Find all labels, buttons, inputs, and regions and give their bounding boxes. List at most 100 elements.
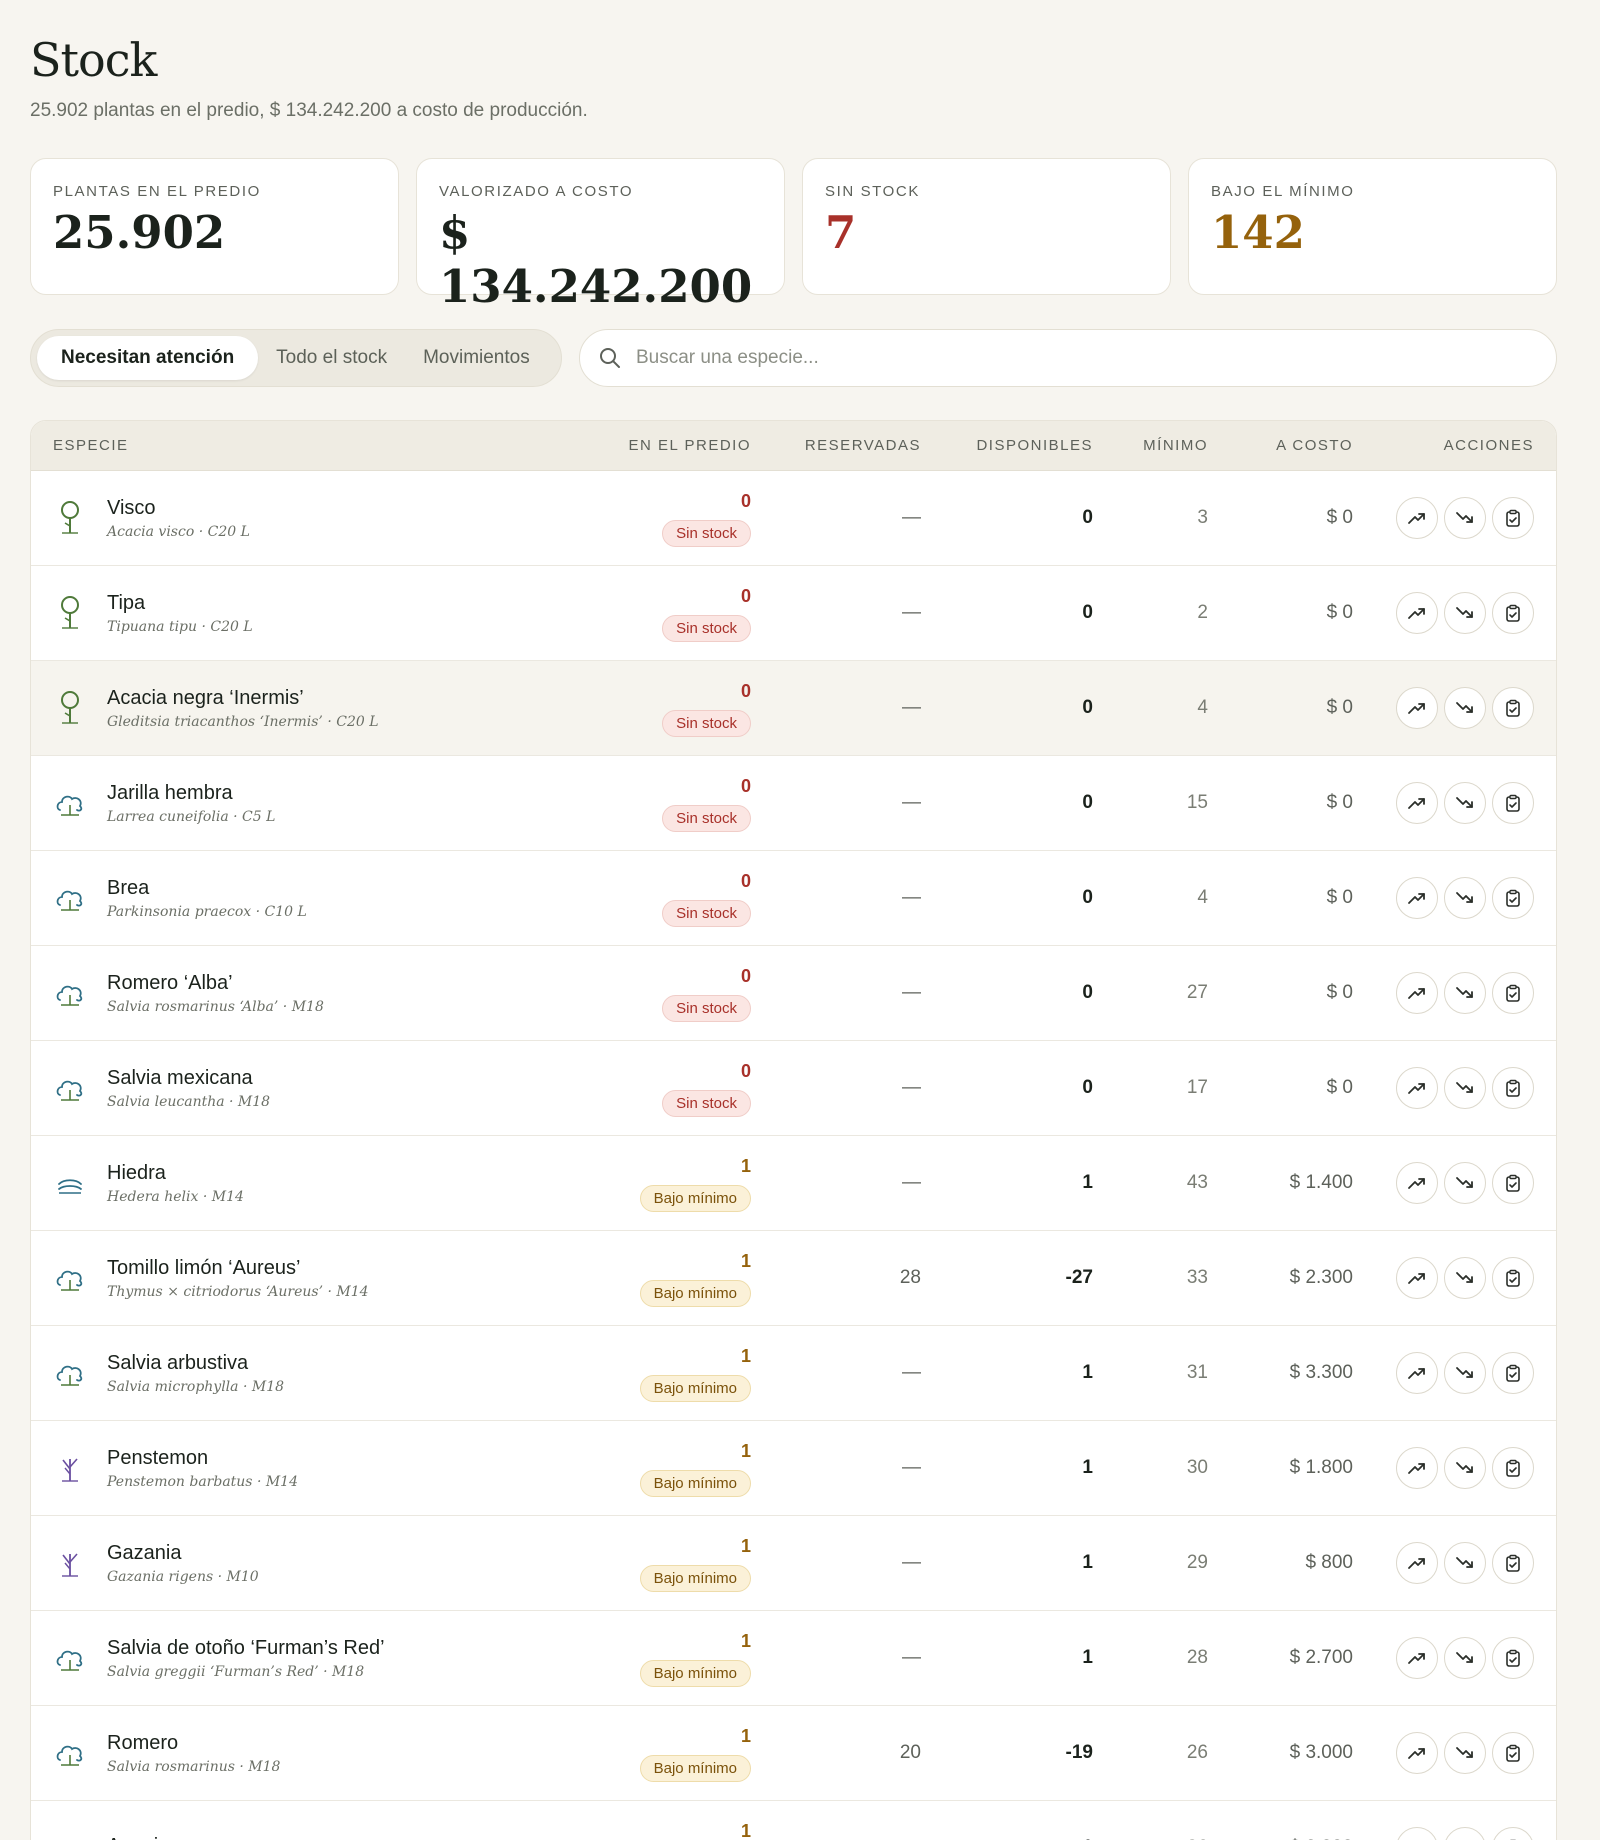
- clipboard-icon[interactable]: [1492, 592, 1534, 634]
- trend-up-icon[interactable]: [1396, 972, 1438, 1014]
- trend-up-icon[interactable]: [1396, 1447, 1438, 1489]
- col-minimo[interactable]: MÍNIMO: [1093, 437, 1208, 454]
- table-row[interactable]: Hiedra Hedera helix · M14 1 Bajo mínimo — 1 43…: [31, 1136, 1556, 1231]
- species-name[interactable]: Visco: [107, 497, 250, 520]
- table-row[interactable]: Salvia de otoño ‘Furman’s Red’ Salvia gre…: [31, 1611, 1556, 1706]
- trend-down-icon[interactable]: [1444, 1542, 1486, 1584]
- trend-up-icon[interactable]: [1396, 1352, 1438, 1394]
- species-name[interactable]: Salvia mexicana: [107, 1067, 270, 1090]
- trend-down-icon[interactable]: [1444, 687, 1486, 729]
- table-row[interactable]: Salvia mexicana Salvia leucantha · M18 0 Si…: [31, 1041, 1556, 1136]
- trend-up-icon[interactable]: [1396, 592, 1438, 634]
- trend-up-icon[interactable]: [1396, 1827, 1438, 1840]
- tab-movimientos[interactable]: Movimientos: [405, 336, 548, 380]
- species-cell: Salvia arbustiva Salvia microphylla · M18: [31, 1352, 591, 1395]
- species-scientific: Hedera helix · M14: [107, 1188, 244, 1205]
- clipboard-icon[interactable]: [1492, 1067, 1534, 1109]
- species-name[interactable]: Salvia de otoño ‘Furman’s Red’: [107, 1637, 385, 1660]
- table-row[interactable]: Gazania Gazania rigens · M10 1 Bajo mínimo —…: [31, 1516, 1556, 1611]
- trend-up-icon[interactable]: [1396, 877, 1438, 919]
- col-disponibles[interactable]: DISPONIBLES: [921, 437, 1093, 454]
- table-row[interactable]: Tomillo limón ‘Aureus’ Thymus × citriodor…: [31, 1231, 1556, 1326]
- trend-down-icon[interactable]: [1444, 592, 1486, 634]
- col-a-costo[interactable]: A COSTO: [1208, 437, 1353, 454]
- trend-up-icon[interactable]: [1396, 782, 1438, 824]
- table-row[interactable]: Brea Parkinsonia praecox · C10 L 0 Sin stoc…: [31, 851, 1556, 946]
- clipboard-icon[interactable]: [1492, 782, 1534, 824]
- trend-down-icon[interactable]: [1444, 1827, 1486, 1840]
- species-name[interactable]: Romero: [107, 1732, 280, 1755]
- reservadas-value: —: [902, 602, 921, 623]
- species-name[interactable]: Brea: [107, 877, 307, 900]
- tab-necesitan-atencion[interactable]: Necesitan atención: [37, 336, 259, 380]
- disponibles-value: 1: [1082, 1362, 1093, 1383]
- clipboard-icon[interactable]: [1492, 1162, 1534, 1204]
- reservadas-value: —: [902, 1647, 921, 1668]
- clipboard-icon[interactable]: [1492, 1542, 1534, 1584]
- table-row[interactable]: Visco Acacia visco · C20 L 0 Sin stock — 0 3 $ …: [31, 471, 1556, 566]
- minimo-value: 43: [1186, 1172, 1208, 1193]
- toolbar: Necesitan atención Todo el stock Movimie…: [30, 329, 1557, 387]
- tree-icon: [53, 498, 87, 538]
- predio-count: 1: [740, 1250, 751, 1271]
- trend-up-icon[interactable]: [1396, 497, 1438, 539]
- clipboard-icon[interactable]: [1492, 1827, 1534, 1840]
- trend-down-icon[interactable]: [1444, 1257, 1486, 1299]
- table-row[interactable]: Salvia arbustiva Salvia microphylla · M18…: [31, 1326, 1556, 1421]
- col-especie[interactable]: ESPECIE: [31, 437, 591, 454]
- table-row[interactable]: Jarilla hembra Larrea cuneifolia · C5 L 0 S…: [31, 756, 1556, 851]
- trend-down-icon[interactable]: [1444, 782, 1486, 824]
- table-row[interactable]: Acacia negra ‘Inermis’ Gleditsia triacant…: [31, 661, 1556, 756]
- trend-down-icon[interactable]: [1444, 972, 1486, 1014]
- clipboard-icon[interactable]: [1492, 497, 1534, 539]
- table-row[interactable]: Penstemon Penstemon barbatus · M14 1 Bajo m…: [31, 1421, 1556, 1516]
- trend-up-icon[interactable]: [1396, 1257, 1438, 1299]
- clipboard-icon[interactable]: [1492, 972, 1534, 1014]
- species-name[interactable]: Salvia arbustiva: [107, 1352, 284, 1375]
- trend-down-icon[interactable]: [1444, 1637, 1486, 1679]
- species-name[interactable]: Gazania: [107, 1542, 259, 1565]
- trend-up-icon[interactable]: [1396, 1542, 1438, 1584]
- species-name[interactable]: Hiedra: [107, 1162, 244, 1185]
- trend-up-icon[interactable]: [1396, 687, 1438, 729]
- species-name[interactable]: Tomillo limón ‘Aureus’: [107, 1257, 369, 1280]
- trend-down-icon[interactable]: [1444, 1352, 1486, 1394]
- table-row[interactable]: Aeonium1Bajo mínimo—136$ 2.000: [31, 1801, 1556, 1840]
- table-row[interactable]: Romero ‘Alba’ Salvia rosmarinus ‘Alba’ · …: [31, 946, 1556, 1041]
- clipboard-icon[interactable]: [1492, 1732, 1534, 1774]
- col-en-el-predio[interactable]: EN EL PREDIO: [591, 437, 751, 454]
- trend-up-icon[interactable]: [1396, 1162, 1438, 1204]
- clipboard-icon[interactable]: [1492, 687, 1534, 729]
- trend-down-icon[interactable]: [1444, 1732, 1486, 1774]
- species-name[interactable]: Tipa: [107, 592, 253, 615]
- clipboard-icon[interactable]: [1492, 1637, 1534, 1679]
- costo-value: $ 1.800: [1289, 1457, 1353, 1478]
- search-input[interactable]: [636, 347, 1538, 369]
- trend-down-icon[interactable]: [1444, 877, 1486, 919]
- col-reservadas[interactable]: RESERVADAS: [751, 437, 921, 454]
- species-name[interactable]: Aeonium: [107, 1835, 186, 1840]
- species-name[interactable]: Romero ‘Alba’: [107, 972, 324, 995]
- table-header: ESPECIE EN EL PREDIO RESERVADAS DISPONIB…: [31, 421, 1556, 471]
- table-row[interactable]: Romero Salvia rosmarinus · M18 1 Bajo mínim…: [31, 1706, 1556, 1801]
- predio-count: 0: [740, 775, 751, 796]
- trend-up-icon[interactable]: [1396, 1732, 1438, 1774]
- tab-todo-el-stock[interactable]: Todo el stock: [258, 336, 405, 380]
- clipboard-icon[interactable]: [1492, 1447, 1534, 1489]
- trend-down-icon[interactable]: [1444, 1067, 1486, 1109]
- costo-value: $ 0: [1326, 792, 1353, 813]
- trend-up-icon[interactable]: [1396, 1067, 1438, 1109]
- clipboard-icon[interactable]: [1492, 877, 1534, 919]
- clipboard-icon[interactable]: [1492, 1257, 1534, 1299]
- table-row[interactable]: Tipa Tipuana tipu · C20 L 0 Sin stock — 0 2 $ 0: [31, 566, 1556, 661]
- trend-down-icon[interactable]: [1444, 1162, 1486, 1204]
- species-name[interactable]: Jarilla hembra: [107, 782, 275, 805]
- predio-count: 1: [740, 1440, 751, 1461]
- shrub-icon: [53, 1258, 87, 1298]
- trend-down-icon[interactable]: [1444, 497, 1486, 539]
- trend-up-icon[interactable]: [1396, 1637, 1438, 1679]
- species-name[interactable]: Penstemon: [107, 1447, 298, 1470]
- species-name[interactable]: Acacia negra ‘Inermis’: [107, 687, 379, 710]
- clipboard-icon[interactable]: [1492, 1352, 1534, 1394]
- trend-down-icon[interactable]: [1444, 1447, 1486, 1489]
